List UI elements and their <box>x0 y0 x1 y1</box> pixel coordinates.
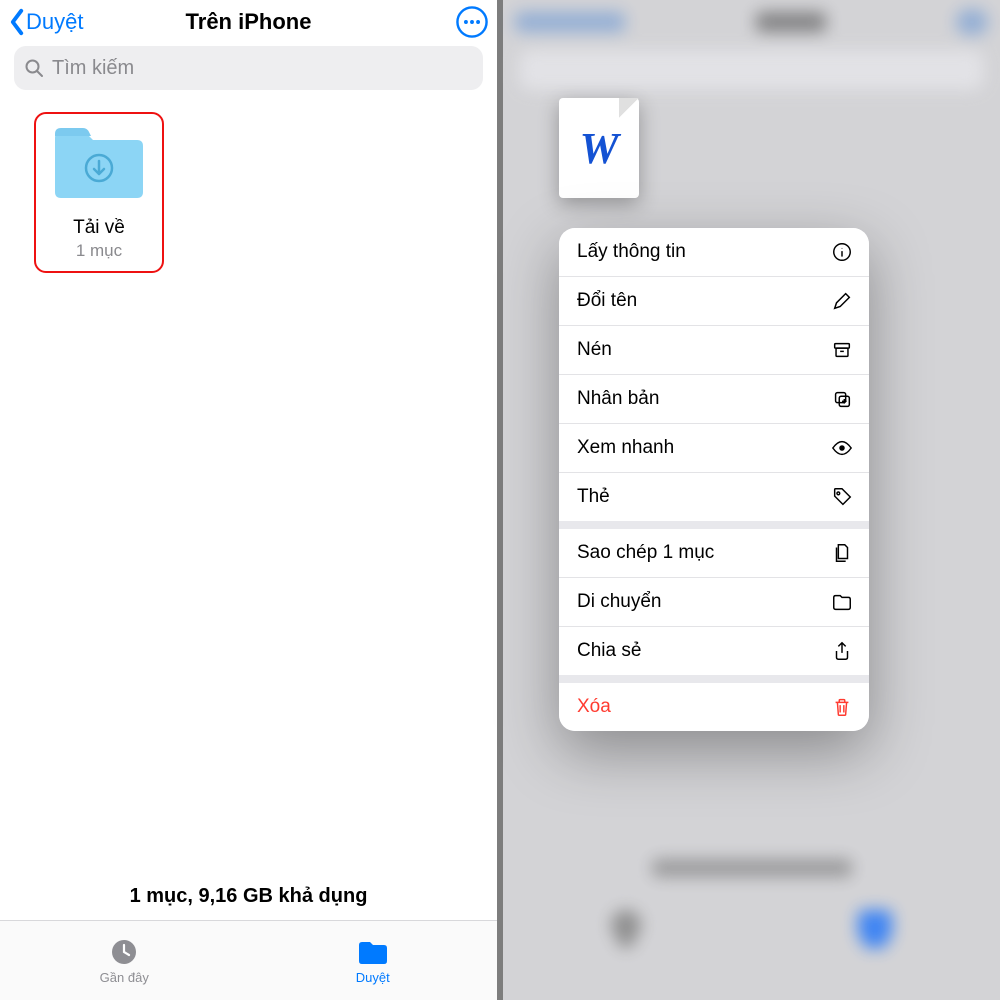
trash-icon <box>831 696 853 718</box>
menu-rename[interactable]: Đổi tên <box>559 277 869 326</box>
folder-downloads-icon <box>49 124 149 202</box>
folder-name: Tải về <box>40 217 158 239</box>
search-field[interactable]: Tìm kiếm <box>14 46 483 90</box>
context-menu: Lấy thông tin Đổi tên Nén Nhân bản Xem n… <box>559 228 869 731</box>
duplicate-icon <box>831 388 853 410</box>
more-button[interactable] <box>455 5 489 39</box>
menu-tags[interactable]: Thẻ <box>559 473 869 521</box>
folder-icon <box>831 591 853 613</box>
menu-separator <box>559 675 869 683</box>
selected-file-preview[interactable]: W <box>559 98 639 198</box>
back-label: Duyệt <box>26 9 83 35</box>
tab-browse-label: Duyệt <box>356 970 390 985</box>
nav-bar: Duyệt Trên iPhone <box>0 0 497 44</box>
context-menu-group-3: Xóa <box>559 683 869 731</box>
menu-label: Xem nhanh <box>577 437 674 459</box>
search-placeholder: Tìm kiếm <box>52 57 134 80</box>
menu-label: Sao chép 1 mục <box>577 542 714 564</box>
storage-status: 1 mục, 9,16 GB khả dụng <box>0 885 497 908</box>
menu-label: Chia sẻ <box>577 640 641 662</box>
tab-bar: Gần đây Duyệt <box>0 920 497 1000</box>
menu-label: Lấy thông tin <box>577 241 686 263</box>
tag-icon <box>831 486 853 508</box>
clock-icon <box>107 937 141 967</box>
word-glyph: W <box>579 123 618 174</box>
pencil-icon <box>831 290 853 312</box>
menu-get-info[interactable]: Lấy thông tin <box>559 228 869 277</box>
menu-label: Xóa <box>577 696 611 718</box>
context-menu-group-2: Sao chép 1 mục Di chuyển Chia sẻ <box>559 529 869 675</box>
copy-doc-icon <box>831 542 853 564</box>
menu-duplicate[interactable]: Nhân bản <box>559 375 869 424</box>
folder-tab-icon <box>356 937 390 967</box>
menu-compress[interactable]: Nén <box>559 326 869 375</box>
ellipsis-circle-icon <box>455 5 489 39</box>
search-icon <box>24 58 44 78</box>
share-icon <box>831 640 853 662</box>
menu-delete[interactable]: Xóa <box>559 683 869 731</box>
file-context-menu-screen: W Lấy thông tin Đổi tên Nén Nhân bản Xem… <box>503 0 1000 1000</box>
menu-copy[interactable]: Sao chép 1 mục <box>559 529 869 578</box>
archive-icon <box>831 339 853 361</box>
folder-downloads[interactable]: Tải về 1 mục <box>34 112 164 273</box>
menu-move[interactable]: Di chuyển <box>559 578 869 627</box>
folder-subtitle: 1 mục <box>40 241 158 261</box>
tab-recent[interactable]: Gần đây <box>0 921 249 1000</box>
chevron-left-icon <box>8 8 26 36</box>
eye-icon <box>831 437 853 459</box>
tab-browse[interactable]: Duyệt <box>249 921 498 1000</box>
back-button[interactable]: Duyệt <box>8 8 83 36</box>
menu-separator <box>559 521 869 529</box>
tab-recent-label: Gần đây <box>100 970 149 985</box>
files-browse-screen: Duyệt Trên iPhone Tìm kiếm Tải về 1 mục … <box>0 0 503 1000</box>
menu-label: Thẻ <box>577 486 610 508</box>
info-icon <box>831 241 853 263</box>
dogear-icon <box>619 98 639 118</box>
menu-label: Di chuyển <box>577 591 662 613</box>
menu-quicklook[interactable]: Xem nhanh <box>559 424 869 473</box>
menu-label: Nhân bản <box>577 388 659 410</box>
menu-label: Đổi tên <box>577 290 637 312</box>
context-menu-group-1: Lấy thông tin Đổi tên Nén Nhân bản Xem n… <box>559 228 869 521</box>
menu-share[interactable]: Chia sẻ <box>559 627 869 675</box>
menu-label: Nén <box>577 339 612 361</box>
